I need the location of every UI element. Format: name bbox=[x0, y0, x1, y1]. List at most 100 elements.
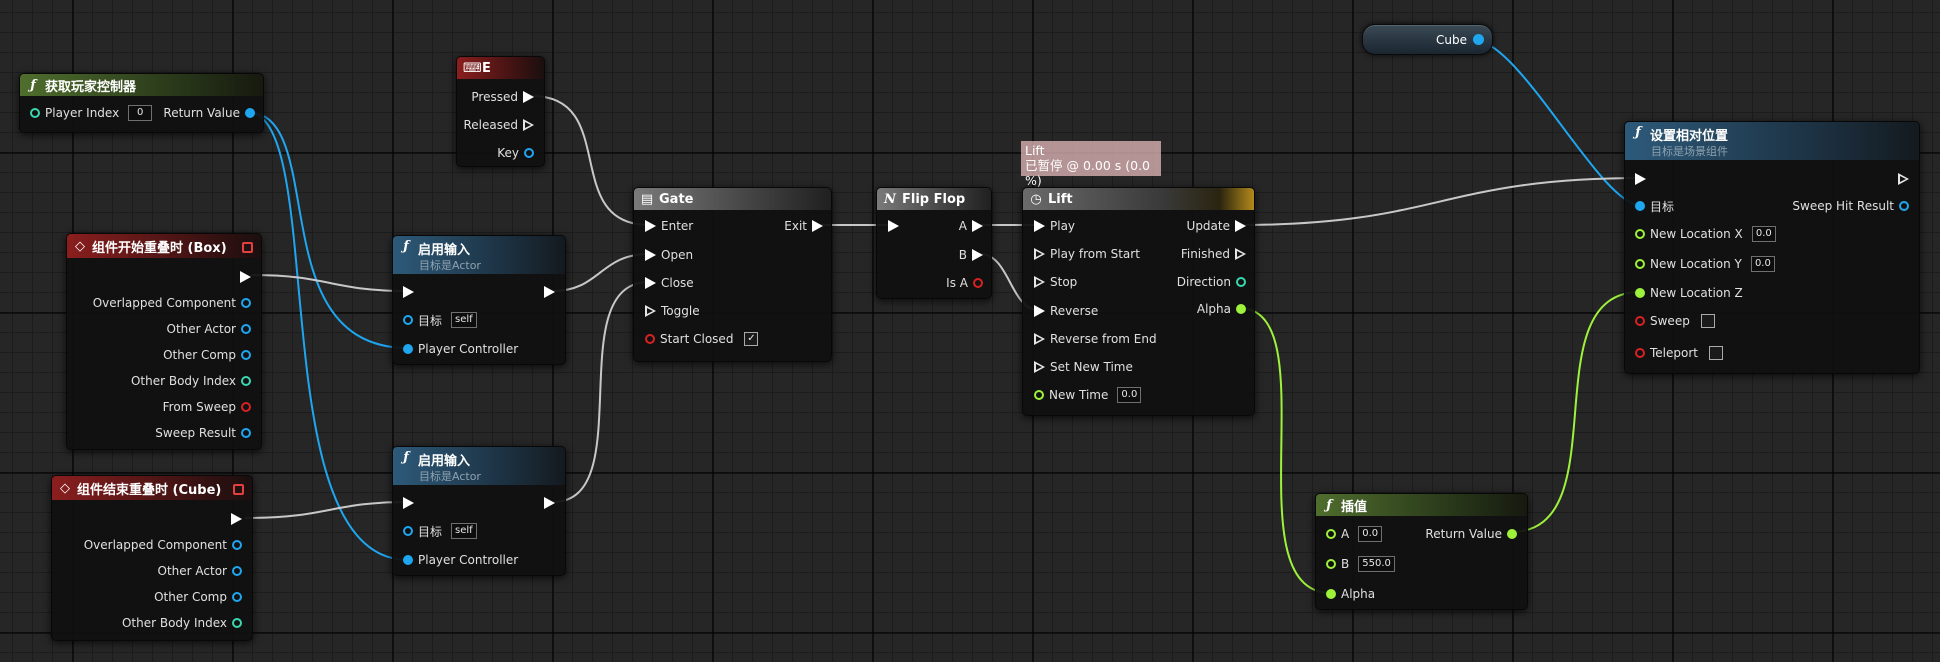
other-comp-pin[interactable]: Other Comp bbox=[158, 346, 251, 364]
overlapped-component-pin[interactable]: Overlapped Component bbox=[79, 536, 242, 554]
direction-pin[interactable]: Direction bbox=[1172, 273, 1246, 291]
new-location-y-pin[interactable]: New Location Y 0.0 bbox=[1635, 255, 1775, 273]
delegate-pin-icon[interactable] bbox=[242, 242, 253, 253]
target-pin[interactable]: 目标 bbox=[1635, 197, 1679, 215]
player-controller-pin[interactable]: Player Controller bbox=[403, 340, 523, 358]
new-location-z-pin[interactable]: New Location Z bbox=[1635, 284, 1748, 302]
gate-node[interactable]: ▤ Gate Enter Exit Open Close Toggle Start… bbox=[633, 187, 832, 362]
player-index-pin[interactable]: Player Index 0 bbox=[30, 104, 153, 122]
blueprint-graph-canvas[interactable]: ƒ 获取玩家控制器 Player Index 0 Return Value ⌨ E P… bbox=[0, 0, 1940, 662]
function-icon: ƒ bbox=[403, 239, 409, 254]
a-pin[interactable]: A 0.0 bbox=[1326, 525, 1383, 543]
b-input[interactable]: 550.0 bbox=[1358, 556, 1395, 572]
open-pin[interactable]: Open bbox=[645, 246, 698, 264]
node-title: 组件开始重叠时 (Box) bbox=[92, 240, 227, 256]
exec-out-pin[interactable] bbox=[231, 510, 242, 528]
a-input[interactable]: 0.0 bbox=[1358, 526, 1383, 542]
released-pin[interactable]: Released bbox=[458, 116, 534, 134]
float-pin-icon bbox=[1635, 288, 1645, 298]
is-a-pin[interactable]: Is A bbox=[941, 274, 983, 292]
toggle-pin[interactable]: Toggle bbox=[645, 302, 705, 320]
wire-cube-to-target bbox=[1473, 39, 1641, 206]
exec-in-pin[interactable] bbox=[888, 217, 899, 235]
component-begin-overlap-node[interactable]: ◇ 组件开始重叠时 (Box) Overlapped Component Othe… bbox=[66, 233, 262, 450]
new-time-input[interactable]: 0.0 bbox=[1117, 387, 1142, 403]
from-sweep-pin[interactable]: From Sweep bbox=[158, 398, 251, 416]
object-pin-icon bbox=[1635, 201, 1645, 211]
teleport-pin[interactable]: Teleport bbox=[1635, 344, 1723, 362]
exec-in-pin[interactable] bbox=[403, 283, 414, 301]
sweep-result-pin[interactable]: Sweep Result bbox=[150, 424, 251, 442]
cube-variable-node[interactable]: Cube bbox=[1362, 24, 1493, 55]
object-pin-icon[interactable] bbox=[1473, 34, 1484, 45]
lift-timeline-node[interactable]: ◷ Lift Play Play from Start Stop Reverse … bbox=[1022, 187, 1255, 416]
lerp-node[interactable]: ƒ 插值 A 0.0 B 550.0 Alpha Return Value bbox=[1315, 493, 1528, 610]
start-closed-pin[interactable]: Start Closed ✓ bbox=[645, 330, 759, 348]
node-title: 组件结束重叠时 (Cube) bbox=[77, 482, 222, 498]
reverse-pin[interactable]: Reverse bbox=[1034, 302, 1103, 320]
int-pin-icon bbox=[30, 108, 40, 118]
other-body-index-pin[interactable]: Other Body Index bbox=[117, 614, 242, 632]
exec-pin-icon bbox=[1034, 333, 1045, 345]
play-pin[interactable]: Play bbox=[1034, 217, 1080, 235]
node-title: 启用输入 bbox=[418, 454, 471, 469]
key-pin[interactable]: Key bbox=[492, 144, 534, 162]
b-pin[interactable]: B 550.0 bbox=[1326, 555, 1395, 573]
enable-input-node-2[interactable]: ƒ 启用输入 目标是Actor 目标 self Player Controller bbox=[392, 446, 566, 576]
sweep-checkbox[interactable] bbox=[1700, 314, 1715, 328]
b-pin[interactable]: B bbox=[954, 246, 983, 264]
exec-out-pin[interactable] bbox=[544, 283, 555, 301]
target-pin[interactable]: 目标 self bbox=[403, 522, 477, 540]
pressed-pin[interactable]: Pressed bbox=[466, 88, 534, 106]
node-title: Gate bbox=[659, 191, 694, 207]
close-pin[interactable]: Close bbox=[645, 274, 699, 292]
reverse-from-end-pin[interactable]: Reverse from End bbox=[1034, 330, 1162, 348]
start-closed-checkbox[interactable]: ✓ bbox=[744, 332, 759, 346]
bool-pin-icon bbox=[1635, 316, 1645, 326]
alpha-pin[interactable]: Alpha bbox=[1192, 300, 1246, 318]
exec-pin-icon bbox=[240, 271, 251, 283]
exec-out-pin[interactable] bbox=[544, 494, 555, 512]
other-body-index-pin[interactable]: Other Body Index bbox=[126, 372, 251, 390]
delegate-pin-icon[interactable] bbox=[233, 484, 244, 495]
update-pin[interactable]: Update bbox=[1182, 217, 1246, 235]
return-value-pin[interactable]: Return Value bbox=[1420, 525, 1517, 543]
exec-out-pin[interactable] bbox=[240, 268, 251, 286]
a-pin[interactable]: A bbox=[954, 217, 983, 235]
set-new-time-pin[interactable]: Set New Time bbox=[1034, 358, 1138, 376]
flip-flop-node[interactable]: Ν Flip Flop A B Is A bbox=[876, 187, 992, 299]
location-x-input[interactable]: 0.0 bbox=[1751, 226, 1776, 242]
new-location-x-pin[interactable]: New Location X 0.0 bbox=[1635, 225, 1776, 243]
return-value-pin[interactable]: Return Value bbox=[158, 104, 255, 122]
location-y-input[interactable]: 0.0 bbox=[1750, 256, 1775, 272]
exec-in-pin[interactable] bbox=[403, 494, 414, 512]
sweep-hit-result-pin[interactable]: Sweep Hit Result bbox=[1787, 197, 1909, 215]
other-actor-pin[interactable]: Other Actor bbox=[162, 320, 251, 338]
object-pin-icon bbox=[232, 592, 242, 602]
sweep-pin[interactable]: Sweep bbox=[1635, 312, 1715, 330]
macro-icon: Ν bbox=[884, 191, 896, 207]
other-actor-pin[interactable]: Other Actor bbox=[153, 562, 242, 580]
enter-pin[interactable]: Enter bbox=[645, 217, 698, 235]
player-controller-pin[interactable]: Player Controller bbox=[403, 551, 523, 569]
player-index-input[interactable]: 0 bbox=[128, 105, 153, 121]
exit-pin[interactable]: Exit bbox=[779, 217, 823, 235]
exec-in-pin[interactable] bbox=[1635, 170, 1646, 188]
alpha-pin[interactable]: Alpha bbox=[1326, 585, 1380, 603]
target-pin[interactable]: 目标 self bbox=[403, 311, 477, 329]
function-icon: ƒ bbox=[30, 77, 36, 93]
exec-out-pin[interactable] bbox=[1898, 170, 1909, 188]
object-pin-icon bbox=[241, 298, 251, 308]
teleport-checkbox[interactable] bbox=[1709, 346, 1723, 360]
set-relative-location-node[interactable]: ƒ 设置相对位置 目标是场景组件 目标 Sweep Hit Result New L… bbox=[1624, 121, 1920, 374]
overlapped-component-pin[interactable]: Overlapped Component bbox=[88, 294, 251, 312]
new-time-pin[interactable]: New Time 0.0 bbox=[1034, 386, 1142, 404]
play-from-start-pin[interactable]: Play from Start bbox=[1034, 245, 1145, 263]
finished-pin[interactable]: Finished bbox=[1176, 245, 1246, 263]
stop-pin[interactable]: Stop bbox=[1034, 273, 1082, 291]
input-key-e-node[interactable]: ⌨ E Pressed Released Key bbox=[456, 56, 545, 167]
get-player-controller-node[interactable]: ƒ 获取玩家控制器 Player Index 0 Return Value bbox=[19, 73, 264, 133]
enable-input-node-1[interactable]: ƒ 启用输入 目标是Actor 目标 self Player Controller bbox=[392, 235, 566, 365]
other-comp-pin[interactable]: Other Comp bbox=[149, 588, 242, 606]
component-end-overlap-node[interactable]: ◇ 组件结束重叠时 (Cube) Overlapped Component Oth… bbox=[51, 475, 253, 641]
